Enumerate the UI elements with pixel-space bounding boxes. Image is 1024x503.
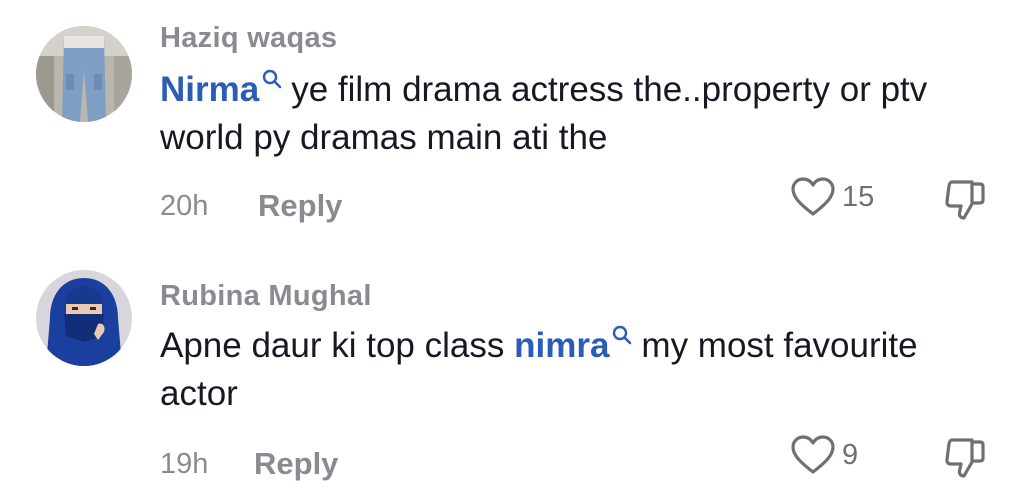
reply-button[interactable]: Reply xyxy=(258,188,342,224)
comment-item: Haziq waqas Nirma ye film drama actress t… xyxy=(0,0,1024,250)
search-icon[interactable] xyxy=(611,322,633,346)
heart-outline-icon xyxy=(791,177,835,216)
comment-username[interactable]: Haziq waqas xyxy=(160,22,337,55)
thumbs-down-outline-icon xyxy=(945,438,985,478)
like-count: 9 xyxy=(842,438,859,471)
comment-timestamp: 20h xyxy=(160,190,209,222)
comment-text: Apne daur ki top class nimra my most favo… xyxy=(160,322,990,418)
dislike-button[interactable] xyxy=(942,176,988,222)
user-avatar-jeans-icon xyxy=(36,26,132,122)
like-button[interactable]: 9 xyxy=(790,434,858,476)
comment-timestamp: 19h xyxy=(160,448,209,480)
thumbs-down-outline-icon xyxy=(945,180,985,220)
mention-link[interactable]: Nirma xyxy=(160,70,259,109)
comment-body-before: Apne daur ki top class xyxy=(160,326,505,365)
reply-button[interactable]: Reply xyxy=(254,446,338,482)
like-button[interactable]: 15 xyxy=(790,176,874,218)
search-icon[interactable] xyxy=(261,66,283,90)
user-avatar-hijab-icon xyxy=(36,270,132,366)
comment-item: Rubina Mughal Apne daur ki top class nim… xyxy=(0,250,1024,503)
heart-outline-icon xyxy=(791,435,835,474)
mention-link[interactable]: nimra xyxy=(514,326,609,365)
avatar[interactable] xyxy=(36,270,132,366)
comment-username[interactable]: Rubina Mughal xyxy=(160,280,372,313)
dislike-button[interactable] xyxy=(942,434,988,480)
comment-text: Nirma ye film drama actress the..property… xyxy=(160,66,990,162)
like-count: 15 xyxy=(842,180,875,213)
avatar[interactable] xyxy=(36,26,132,122)
